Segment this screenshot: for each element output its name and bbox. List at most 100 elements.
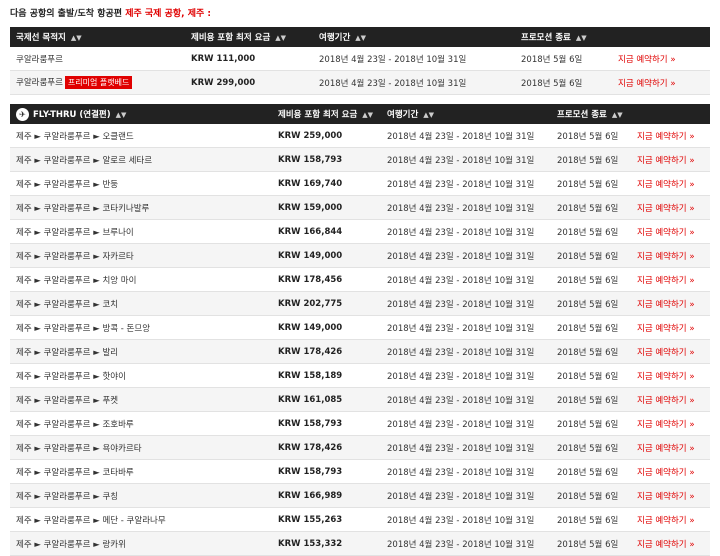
destination-name: 쿠알라룸푸르 xyxy=(16,54,63,65)
book-now-link[interactable]: 지금 예약하기 » xyxy=(631,219,710,244)
promo-end-cell: 2018년 5월 6일 xyxy=(551,507,631,532)
table-row: 제주 ► 쿠알라룸푸르 ► 오클랜드 KRW 259,000 2018년 4월 23… xyxy=(10,124,710,148)
promo-end-cell: 2018년 5월 6일 xyxy=(551,147,631,172)
sort-icon: ▲▼ xyxy=(611,111,623,119)
route-cell: 제주 ► 쿠알라룸푸르 ► 반둥 xyxy=(10,171,272,196)
table-header-row: 국제선 목적지 ▲▼ 제비용 포함 최저 요금 ▲▼ 여행기간 ▲▼ 프로모션 종료 ▲… xyxy=(10,27,710,47)
column-header-book xyxy=(612,27,710,47)
price-cell: KRW 166,989 xyxy=(272,483,381,508)
price-cell: KRW 158,189 xyxy=(272,363,381,388)
promo-end-cell: 2018년 5월 6일 xyxy=(551,243,631,268)
price-cell: KRW 169,740 xyxy=(272,171,381,196)
route-cell: 제주 ► 쿠알라룸푸르 ► 랑카위 xyxy=(10,531,272,556)
table-header-row: ✈ FLY-THRU (연결편) ▲▼ 제비용 포함 최저 요금 ▲▼ 여행기간 ▲▼ … xyxy=(10,104,710,124)
column-header-promo-end[interactable]: 프로모션 종료 ▲▼ xyxy=(515,27,612,47)
book-now-link[interactable]: 지금 예약하기 » xyxy=(612,47,710,71)
price-cell: KRW 178,456 xyxy=(272,267,381,292)
book-now-link[interactable]: 지금 예약하기 » xyxy=(631,387,710,412)
route-cell: 제주 ► 쿠알라룸푸르 ► 쿠칭 xyxy=(10,483,272,508)
book-now-link[interactable]: 지금 예약하기 » xyxy=(631,195,710,220)
sort-icon: ▲▼ xyxy=(115,110,127,119)
period-cell: 2018년 4월 23일 - 2018년 10월 31일 xyxy=(381,507,551,532)
promo-end-cell: 2018년 5월 6일 xyxy=(551,387,631,412)
table-row: 제주 ► 쿠알라룸푸르 ► 반둥 KRW 169,740 2018년 4월 23일 … xyxy=(10,171,710,196)
period-cell: 2018년 4월 23일 - 2018년 10월 31일 xyxy=(381,267,551,292)
table-row: 쿠알라룸푸르 KRW 111,000 2018년 4월 23일 - 2018년 10… xyxy=(10,47,710,71)
promo-end-cell: 2018년 5월 6일 xyxy=(551,531,631,556)
table-row: 제주 ► 쿠알라룸푸르 ► 방콕 - 돈므앙 KRW 149,000 2018년 4… xyxy=(10,315,710,340)
international-destinations-table: 국제선 목적지 ▲▼ 제비용 포함 최저 요금 ▲▼ 여행기간 ▲▼ 프로모션 종료 ▲… xyxy=(10,27,710,95)
period-cell: 2018년 4월 23일 - 2018년 10월 31일 xyxy=(381,435,551,460)
column-header-price[interactable]: 제비용 포함 최저 요금 ▲▼ xyxy=(185,27,313,47)
promo-end-cell: 2018년 5월 6일 xyxy=(551,267,631,292)
promo-end-cell: 2018년 5월 6일 xyxy=(551,291,631,316)
promo-end-cell: 2018년 5월 6일 xyxy=(551,195,631,220)
table-row: 제주 ► 쿠알라룸푸르 ► 랑카위 KRW 153,332 2018년 4월 23일… xyxy=(10,531,710,556)
route-cell: 제주 ► 쿠알라룸푸르 ► 코타키나발루 xyxy=(10,195,272,220)
route-cell: 제주 ► 쿠알라룸푸르 ► 오클랜드 xyxy=(10,124,272,148)
page-heading: 다음 공항의 출발/도착 항공편 제주 국제 공항, 제주 : xyxy=(10,6,211,19)
table-row: 제주 ► 쿠알라룸푸르 ► 코치 KRW 202,775 2018년 4월 23일 … xyxy=(10,291,710,316)
column-header-route[interactable]: ✈ FLY-THRU (연결편) ▲▼ xyxy=(10,104,272,124)
promo-end-cell: 2018년 5월 6일 xyxy=(515,70,612,95)
book-now-link[interactable]: 지금 예약하기 » xyxy=(631,291,710,316)
book-now-link[interactable]: 지금 예약하기 » xyxy=(631,147,710,172)
book-now-link[interactable]: 지금 예약하기 » xyxy=(631,339,710,364)
book-now-link[interactable]: 지금 예약하기 » xyxy=(631,267,710,292)
route-cell: 제주 ► 쿠알라룸푸르 ► 브루나이 xyxy=(10,219,272,244)
book-now-link[interactable]: 지금 예약하기 » xyxy=(631,435,710,460)
promo-end-cell: 2018년 5월 6일 xyxy=(551,171,631,196)
book-now-link[interactable]: 지금 예약하기 » xyxy=(631,507,710,532)
period-cell: 2018년 4월 23일 - 2018년 10월 31일 xyxy=(381,171,551,196)
period-cell: 2018년 4월 23일 - 2018년 10월 31일 xyxy=(381,291,551,316)
book-now-link[interactable]: 지금 예약하기 » xyxy=(631,483,710,508)
price-cell: KRW 161,085 xyxy=(272,387,381,412)
period-cell: 2018년 4월 23일 - 2018년 10월 31일 xyxy=(381,531,551,556)
column-header-period[interactable]: 여행기간 ▲▼ xyxy=(381,104,551,124)
period-cell: 2018년 4월 23일 - 2018년 10월 31일 xyxy=(381,147,551,172)
period-cell: 2018년 4월 23일 - 2018년 10월 31일 xyxy=(381,315,551,340)
price-cell: KRW 153,332 xyxy=(272,531,381,556)
book-now-link[interactable]: 지금 예약하기 » xyxy=(631,363,710,388)
table-row: 쿠알라룸푸르 프리미엄 플랫베드 KRW 299,000 2018년 4월 23일 -… xyxy=(10,70,710,95)
destination-cell: 쿠알라룸푸르 프리미엄 플랫베드 xyxy=(10,70,185,95)
table-row: 제주 ► 쿠알라룸푸르 ► 자카르타 KRW 149,000 2018년 4월 23… xyxy=(10,243,710,268)
promo-end-cell: 2018년 5월 6일 xyxy=(515,47,612,71)
route-cell: 제주 ► 쿠알라룸푸르 ► 발리 xyxy=(10,339,272,364)
period-cell: 2018년 4월 23일 - 2018년 10월 31일 xyxy=(381,124,551,148)
heading-prefix: 다음 공항의 출발/도착 항공편 xyxy=(10,9,123,19)
promo-end-cell: 2018년 5월 6일 xyxy=(551,411,631,436)
sort-icon: ▲▼ xyxy=(355,34,367,42)
heading-airport: 제주 국제 공항, 제주 : xyxy=(125,9,211,19)
period-cell: 2018년 4월 23일 - 2018년 10월 31일 xyxy=(381,195,551,220)
book-now-link[interactable]: 지금 예약하기 » xyxy=(612,70,710,95)
period-cell: 2018년 4월 23일 - 2018년 10월 31일 xyxy=(313,47,515,71)
price-cell: KRW 259,000 xyxy=(272,124,381,148)
price-cell: KRW 159,000 xyxy=(272,195,381,220)
table-row: 제주 ► 쿠알라룸푸르 ► 코타바루 KRW 158,793 2018년 4월 23… xyxy=(10,459,710,484)
book-now-link[interactable]: 지금 예약하기 » xyxy=(631,124,710,148)
book-now-link[interactable]: 지금 예약하기 » xyxy=(631,243,710,268)
route-cell: 제주 ► 쿠알라룸푸르 ► 알로르 세타르 xyxy=(10,147,272,172)
sort-icon: ▲▼ xyxy=(423,111,435,119)
sort-icon: ▲▼ xyxy=(70,34,82,42)
book-now-link[interactable]: 지금 예약하기 » xyxy=(631,315,710,340)
destination-cell: 쿠알라룸푸르 xyxy=(10,47,185,71)
book-now-link[interactable]: 지금 예약하기 » xyxy=(631,531,710,556)
airline-logo-icon: ✈ xyxy=(16,107,29,121)
route-cell: 제주 ► 쿠알라룸푸르 ► 치앙 마이 xyxy=(10,267,272,292)
promo-end-cell: 2018년 5월 6일 xyxy=(551,339,631,364)
column-header-period[interactable]: 여행기간 ▲▼ xyxy=(313,27,515,47)
period-cell: 2018년 4월 23일 - 2018년 10월 31일 xyxy=(381,363,551,388)
column-header-destination[interactable]: 국제선 목적지 ▲▼ xyxy=(10,27,185,47)
book-now-link[interactable]: 지금 예약하기 » xyxy=(631,411,710,436)
price-cell: KRW 158,793 xyxy=(272,459,381,484)
column-header-price[interactable]: 제비용 포함 최저 요금 ▲▼ xyxy=(272,104,381,124)
sort-icon: ▲▼ xyxy=(575,34,587,42)
table-row: 제주 ► 쿠알라룸푸르 ► 치앙 마이 KRW 178,456 2018년 4월 2… xyxy=(10,267,710,292)
promo-end-cell: 2018년 5월 6일 xyxy=(551,124,631,148)
book-now-link[interactable]: 지금 예약하기 » xyxy=(631,459,710,484)
column-header-promo-end[interactable]: 프로모션 종료 ▲▼ xyxy=(551,104,631,124)
book-now-link[interactable]: 지금 예약하기 » xyxy=(631,171,710,196)
period-cell: 2018년 4월 23일 - 2018년 10월 31일 xyxy=(381,459,551,484)
